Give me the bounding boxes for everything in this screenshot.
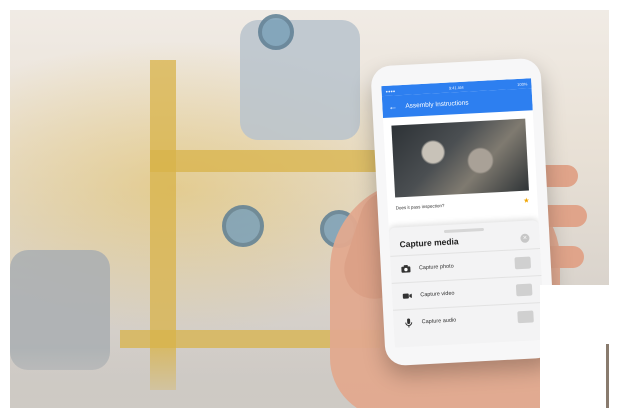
arrow-left-icon[interactable]: ← <box>388 101 398 111</box>
capture-photo-action[interactable] <box>514 256 532 270</box>
machine-block <box>240 20 360 140</box>
pipe-yellow-horizontal <box>150 150 400 172</box>
camera-icon <box>401 264 412 275</box>
video-icon <box>402 291 413 302</box>
capture-video-action[interactable] <box>515 283 533 297</box>
capture-audio-label: Capture audio <box>421 317 457 326</box>
phone-screen: ●●●● 9:41 AM 100% ← Assembly Instruction… <box>381 78 545 348</box>
question-text: Does it pass inspection? <box>395 202 445 211</box>
capture-video-label: Capture video <box>420 290 455 299</box>
gauge-top <box>258 14 294 50</box>
close-icon[interactable]: × <box>520 233 530 243</box>
instruction-photo <box>391 118 529 198</box>
sheet-title: Capture media <box>399 236 459 250</box>
option-left: Capture audio <box>403 316 456 329</box>
battery-text: 100% <box>517 80 528 87</box>
corner-dark-edge <box>606 344 619 418</box>
microphone-icon <box>403 318 414 329</box>
star-icon[interactable]: ★ <box>523 197 530 205</box>
phone: ●●●● 9:41 AM 100% ← Assembly Instruction… <box>370 57 556 367</box>
background-scene: ●●●● 9:41 AM 100% ← Assembly Instruction… <box>0 0 619 418</box>
option-left: Capture photo <box>401 262 454 275</box>
capture-audio-action[interactable] <box>517 310 534 324</box>
app-title: Assembly Instructions <box>405 99 469 110</box>
gauge-left <box>222 205 264 247</box>
capture-photo-label: Capture photo <box>418 263 454 272</box>
capture-media-sheet: Capture media × Capture photo Capture vi… <box>388 220 545 348</box>
option-left: Capture video <box>402 289 455 302</box>
signal-icon: ●●●● <box>385 87 396 94</box>
status-time: 9:41 AM <box>448 84 464 91</box>
